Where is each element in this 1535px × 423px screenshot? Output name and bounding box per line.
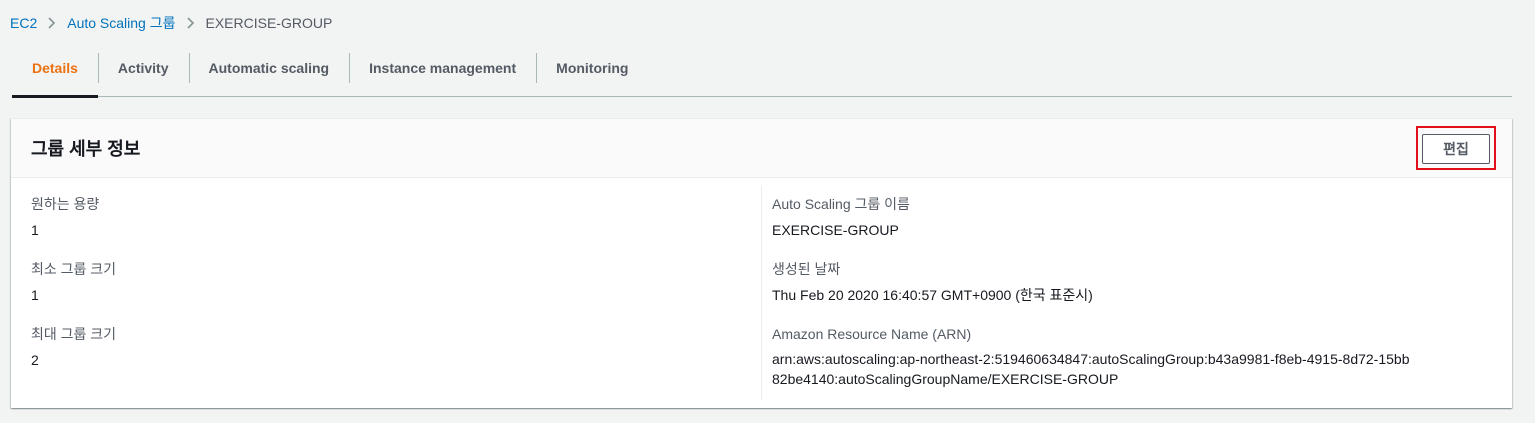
tab-label: Details [32,59,78,76]
arn-field: Amazon Resource Name (ARN) arn:aws:autos… [772,325,1412,389]
tab-instance-management[interactable]: Instance management [349,53,536,96]
chevron-right-icon [176,17,206,29]
panel-title: 그룹 세부 정보 [31,139,141,159]
field-label: 원하는 용량 [31,196,100,212]
field-value: EXERCISE-GROUP [772,222,899,238]
field-label: 생성된 날짜 [772,261,841,277]
breadcrumb-ec2-link[interactable]: EC2 [10,15,37,31]
tab-label: Activity [117,59,169,76]
created-date-field: 생성된 날짜 Thu Feb 20 2020 16:40:57 GMT+0900… [772,260,1093,304]
breadcrumb: EC2 Auto Scaling 그룹 EXERCISE-GROUP [10,14,332,32]
group-name-field: Auto Scaling 그룹 이름 EXERCISE-GROUP [772,195,910,239]
breadcrumb-current: EXERCISE-GROUP [205,15,333,31]
desired-capacity-field: 원하는 용량 1 [31,195,99,239]
tab-label: Monitoring [556,59,629,76]
field-label: Amazon Resource Name (ARN) [772,326,972,342]
edit-button-highlight: 편집 [1416,126,1496,170]
breadcrumb-auto-scaling-link[interactable]: Auto Scaling 그룹 [67,13,175,33]
tab-label: Instance management [369,59,517,76]
tab-bar: Details Activity Automatic scaling Insta… [12,53,1512,98]
panel-header: 그룹 세부 정보 편집 [11,119,1512,178]
field-value: arn:aws:autoscaling:ap-northeast-2:51946… [772,351,1410,387]
field-value: 1 [31,287,39,303]
field-label: 최소 그룹 크기 [31,261,117,277]
tab-details[interactable]: Details [12,53,98,98]
field-value: 2 [31,352,39,368]
field-value: 1 [31,222,39,238]
tab-label: Automatic scaling [208,59,330,76]
tab-automatic-scaling[interactable]: Automatic scaling [188,53,350,96]
edit-button[interactable]: 편집 [1422,134,1490,164]
page: EC2 Auto Scaling 그룹 EXERCISE-GROUP Detai… [0,0,1535,423]
column-divider [761,185,762,400]
group-details-panel: 그룹 세부 정보 편집 원하는 용량 1 최소 그룹 크기 1 최대 그룹 크기… [11,118,1512,408]
max-size-field: 최대 그룹 크기 2 [31,325,116,369]
field-label: 최대 그룹 크기 [31,326,117,342]
chevron-right-icon [37,17,67,29]
field-label: Auto Scaling 그룹 이름 [772,196,910,212]
tab-activity[interactable]: Activity [97,53,189,96]
field-value: Thu Feb 20 2020 16:40:57 GMT+0900 (한국 표준… [772,287,1093,303]
min-size-field: 최소 그룹 크기 1 [31,260,116,304]
tab-monitoring[interactable]: Monitoring [536,53,648,96]
